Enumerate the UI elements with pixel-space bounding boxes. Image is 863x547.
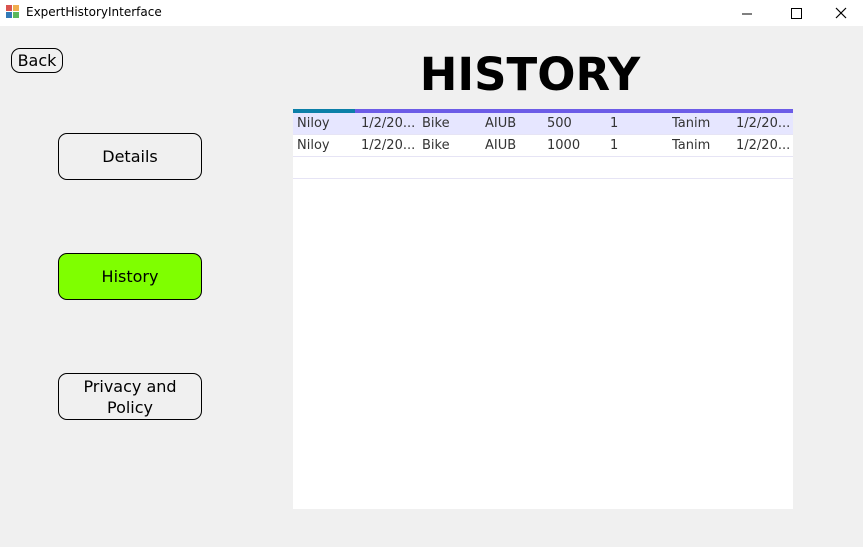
app-icon: [6, 5, 20, 19]
table-cell[interactable]: AIUB: [485, 138, 516, 153]
table-cell[interactable]: Bike: [422, 138, 450, 153]
window-title: ExpertHistoryInterface: [26, 5, 162, 19]
table-cell[interactable]: 1/2/20...: [736, 138, 790, 153]
close-icon: [835, 7, 847, 19]
maximize-button[interactable]: [773, 0, 819, 26]
table-cell[interactable]: 500: [547, 116, 572, 131]
table-cell[interactable]: 1/2/20...: [736, 116, 790, 131]
history-grid[interactable]: Niloy 1/2/20... Bike AIUB 500 1 Tanim 1/…: [293, 109, 793, 509]
back-button[interactable]: Back: [11, 48, 63, 73]
privacy-policy-button-label: Privacy and Policy: [83, 376, 177, 417]
app-window: ExpertHistoryInterface Back Details Hist…: [0, 0, 863, 547]
minimize-icon: [741, 13, 752, 14]
table-row[interactable]: Niloy 1/2/20... Bike AIUB 500 1 Tanim 1/…: [293, 113, 793, 135]
table-cell[interactable]: 1000: [547, 138, 580, 153]
page-title: HISTORY: [419, 48, 641, 101]
table-row[interactable]: Niloy 1/2/20... Bike AIUB 1000 1 Tanim 1…: [293, 135, 793, 157]
table-cell[interactable]: 1: [610, 138, 618, 153]
table-cell[interactable]: Bike: [422, 116, 450, 131]
table-cell[interactable]: AIUB: [485, 116, 516, 131]
table-cell[interactable]: 1/2/20...: [361, 138, 415, 153]
table-cell[interactable]: 1/2/20...: [361, 116, 415, 131]
history-button[interactable]: History: [58, 253, 202, 300]
title-bar: ExpertHistoryInterface: [0, 0, 863, 26]
minimize-button[interactable]: [724, 0, 770, 26]
table-cell[interactable]: 1: [610, 116, 618, 131]
table-cell[interactable]: Niloy: [297, 138, 330, 153]
table-cell[interactable]: Tanim: [672, 116, 710, 131]
details-button[interactable]: Details: [58, 133, 202, 180]
maximize-icon: [790, 7, 802, 19]
details-button-label: Details: [102, 147, 158, 166]
table-cell[interactable]: Niloy: [297, 116, 330, 131]
close-button[interactable]: [818, 0, 863, 26]
history-button-label: History: [101, 267, 159, 286]
table-row-empty[interactable]: [293, 157, 793, 179]
privacy-policy-button[interactable]: Privacy and Policy: [58, 373, 202, 420]
table-cell[interactable]: Tanim: [672, 138, 710, 153]
